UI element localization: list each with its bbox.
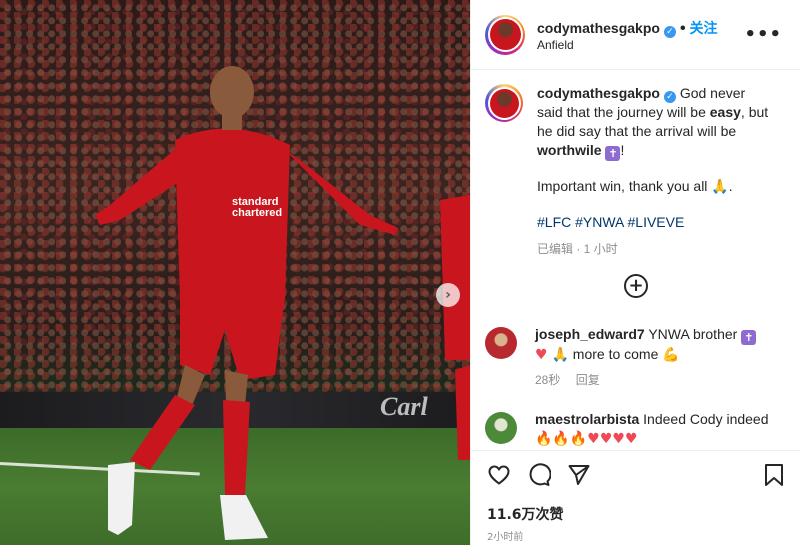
comment-icon[interactable] xyxy=(527,463,551,487)
verified-badge-icon: ✓ xyxy=(663,25,676,38)
plus-circle-icon[interactable]: + xyxy=(624,274,648,298)
location-link[interactable]: Anfield xyxy=(537,38,718,52)
like-count[interactable]: 11.6万次赞 xyxy=(487,504,564,524)
author-username[interactable]: codymathesgakpo xyxy=(537,20,660,36)
header-meta: codymathesgakpo ✓ • 关注 Anfield xyxy=(537,18,718,52)
avatar-image xyxy=(489,88,519,118)
paper-plane-icon[interactable] xyxy=(567,463,591,487)
caption-bold-easy: easy xyxy=(709,104,741,120)
fire-emoji: 🔥🔥🔥 xyxy=(535,431,588,447)
post-image[interactable]: Carl standard chartered › xyxy=(0,0,470,545)
follow-button[interactable]: 关注 xyxy=(690,21,718,37)
commenter-avatar[interactable] xyxy=(485,412,517,444)
caption-username[interactable]: codymathesgakpo xyxy=(537,85,660,101)
separator-dot: • xyxy=(679,19,686,37)
post-header: codymathesgakpo ✓ • 关注 Anfield ••• xyxy=(471,0,800,70)
bookmark-icon[interactable] xyxy=(763,463,785,487)
commenter-username[interactable]: joseph_edward7 xyxy=(535,326,645,342)
red-heart-emoji: ♥ xyxy=(535,347,548,363)
post-actions: 11.6万次赞 2小时前 xyxy=(471,450,800,545)
post-panel: codymathesgakpo ✓ • 关注 Anfield ••• codymath… xyxy=(470,0,800,545)
commenter-username[interactable]: maestrolarbista xyxy=(535,411,639,427)
flexed-biceps-emoji: 💪 xyxy=(662,347,680,363)
heart-outline-icon[interactable] xyxy=(487,463,511,487)
caption-avatar[interactable] xyxy=(485,84,523,122)
comment-item: joseph_edward7 YNWA brother ✝ ♥ 🙏 more t… xyxy=(485,325,785,390)
caption-bold-worthwile: worthwile xyxy=(537,142,602,158)
post-timestamp: 2小时前 xyxy=(487,532,524,543)
caption-text: codymathesgakpo ✓ God never said that the… xyxy=(537,84,769,259)
folded-hands-emoji: 🙏 xyxy=(551,347,569,363)
latin-cross-emoji: ✝ xyxy=(605,146,621,161)
player-figure: standard chartered xyxy=(95,66,470,540)
latin-cross-emoji: ✝ xyxy=(741,330,757,345)
comment-text: Indeed Cody indeed xyxy=(643,411,769,427)
folded-hands-emoji: 🙏 xyxy=(711,179,729,195)
more-options-button[interactable]: ••• xyxy=(744,24,782,45)
next-image-button[interactable]: › xyxy=(436,283,460,307)
comment-text-2: more to come xyxy=(572,346,659,362)
comment-item: maestrolarbista Indeed Cody indeed 🔥🔥🔥♥♥… xyxy=(485,410,785,449)
verified-badge-icon: ✓ xyxy=(663,91,676,103)
comment-age: 28秒 xyxy=(535,373,561,387)
avatar-image xyxy=(489,19,521,50)
caption-exclaim: ! xyxy=(620,142,625,158)
svg-text:chartered: chartered xyxy=(232,207,282,219)
reply-button[interactable]: 回复 xyxy=(576,373,600,387)
comment-text: YNWA brother xyxy=(648,326,738,342)
red-heart-emoji: ♥♥♥♥ xyxy=(587,431,638,447)
edited-timestamp: 已编辑 · 1 小时 xyxy=(537,242,618,256)
caption-thanks: Important win, thank you all xyxy=(537,178,708,194)
commenter-avatar[interactable] xyxy=(485,327,517,359)
author-avatar[interactable] xyxy=(485,14,525,55)
post-caption: codymathesgakpo ✓ God never said that the… xyxy=(471,70,800,259)
comments-feed[interactable]: codymathesgakpo ✓ God never said that the… xyxy=(471,70,800,450)
hashtags[interactable]: #LFC #YNWA #LIVEVE xyxy=(537,213,769,232)
